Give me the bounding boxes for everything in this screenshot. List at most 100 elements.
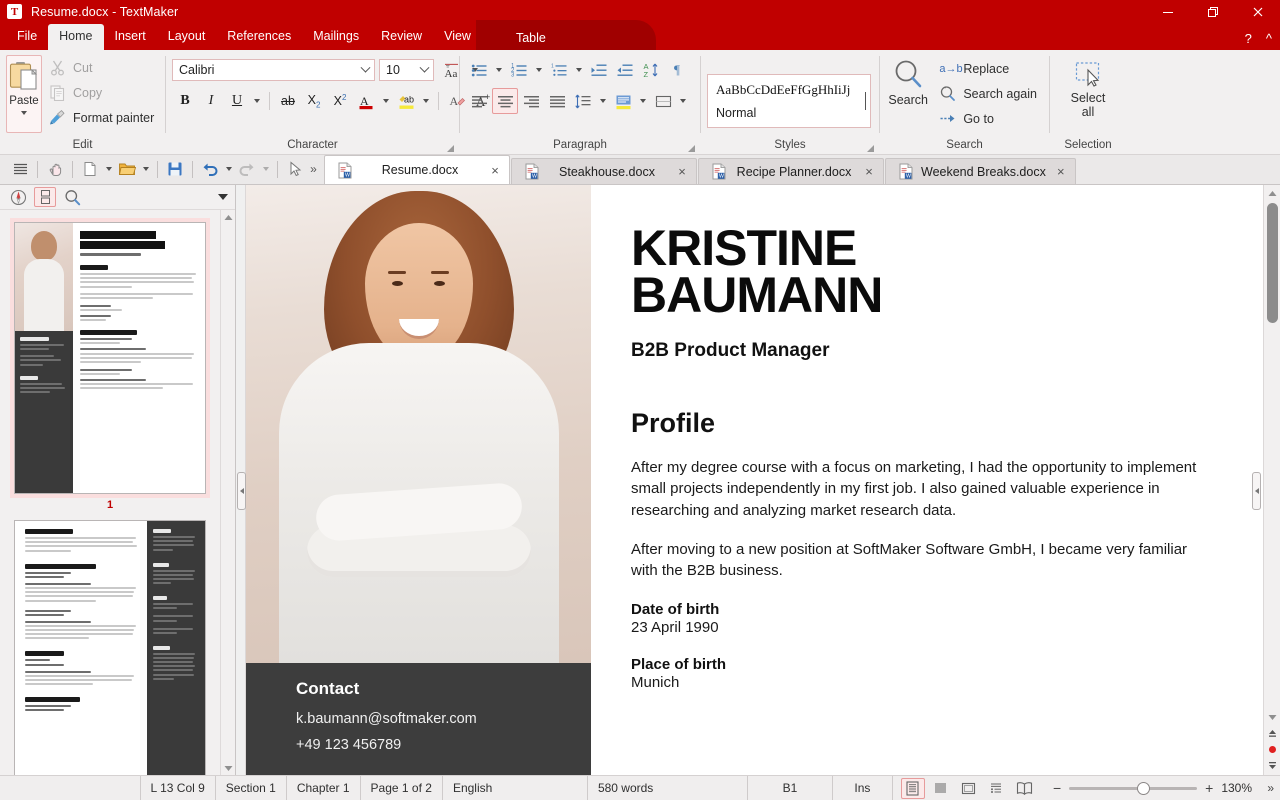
sidebar-icon[interactable]: [8, 157, 32, 181]
tab-mailings[interactable]: Mailings: [302, 24, 370, 50]
status-page[interactable]: Page 1 of 2: [360, 776, 442, 800]
doc-tab-close-icon[interactable]: ×: [1053, 164, 1069, 180]
scroll-up-icon[interactable]: [1264, 185, 1280, 201]
bulleted-list-button[interactable]: [466, 57, 492, 83]
status-section[interactable]: Section 1: [215, 776, 286, 800]
tab-references[interactable]: References: [216, 24, 302, 50]
zoom-out-button[interactable]: −: [1053, 780, 1061, 796]
new-document-caret[interactable]: [102, 157, 115, 181]
font-name-chevron-down-icon[interactable]: [356, 60, 374, 80]
multilevel-list-button[interactable]: 1: [546, 57, 572, 83]
font-color-caret[interactable]: [379, 88, 393, 114]
align-right-button[interactable]: [518, 88, 544, 114]
help-icon[interactable]: ?: [1245, 31, 1252, 46]
zoom-slider-knob[interactable]: [1137, 782, 1150, 795]
subscript-button[interactable]: X2: [301, 88, 327, 114]
search-icon[interactable]: [61, 187, 83, 207]
tab-home[interactable]: Home: [48, 24, 103, 50]
doc-tab-steakhouse[interactable]: W Steakhouse.docx ×: [511, 158, 697, 184]
collapse-right-panel-handle[interactable]: [1252, 472, 1261, 510]
open-folder-icon[interactable]: [115, 157, 139, 181]
borders-caret[interactable]: [676, 88, 690, 114]
redo-caret[interactable]: [259, 157, 272, 181]
pointer-icon[interactable]: [283, 157, 307, 181]
strikethrough-button[interactable]: ab: [275, 88, 301, 114]
status-language[interactable]: English: [442, 776, 587, 800]
doc-tab-resume[interactable]: W Resume.docx ×: [324, 155, 510, 184]
thumbnails-scrollbar[interactable]: [220, 210, 235, 775]
redo-icon[interactable]: [235, 157, 259, 181]
status-overflow-icon[interactable]: »: [1267, 781, 1280, 795]
doc-tab-close-icon[interactable]: ×: [861, 164, 877, 180]
shading-caret[interactable]: [636, 88, 650, 114]
status-overtype-mode[interactable]: Ins: [832, 776, 892, 800]
doc-tab-close-icon[interactable]: ×: [487, 162, 503, 178]
restore-icon[interactable]: [1190, 0, 1235, 23]
tab-file[interactable]: File: [6, 24, 48, 50]
scrollbar-thumb[interactable]: [1267, 203, 1278, 323]
highlight-button[interactable]: ab: [393, 88, 419, 114]
status-word-count[interactable]: 580 words: [587, 776, 747, 800]
styles-chevron-down-icon[interactable]: [865, 92, 866, 110]
scrollbar-track[interactable]: [1264, 201, 1280, 709]
save-icon[interactable]: [163, 157, 187, 181]
document-vertical-scrollbar[interactable]: [1263, 185, 1280, 775]
character-dialog-launcher[interactable]: [446, 144, 455, 153]
borders-button[interactable]: [650, 88, 676, 114]
line-spacing-button[interactable]: [570, 88, 596, 114]
book-view-icon[interactable]: [1013, 778, 1037, 799]
undo-icon[interactable]: [198, 157, 222, 181]
paragraph-dialog-launcher[interactable]: [687, 144, 696, 153]
align-center-button[interactable]: [492, 88, 518, 114]
style-selector[interactable]: AaBbCcDdEeFfGgHhIiJj Normal: [707, 74, 871, 128]
highlight-caret[interactable]: [419, 88, 433, 114]
collapse-ribbon-icon[interactable]: ^: [1266, 31, 1272, 46]
doc-tab-close-icon[interactable]: ×: [674, 164, 690, 180]
format-painter-button[interactable]: Format painter: [45, 105, 160, 130]
previous-page-icon[interactable]: [1264, 725, 1280, 741]
superscript-button[interactable]: X2: [327, 88, 353, 114]
status-chapter[interactable]: Chapter 1: [286, 776, 360, 800]
undo-caret[interactable]: [222, 157, 235, 181]
paste-button[interactable]: Paste: [6, 55, 42, 133]
font-name-combo[interactable]: Calibri: [172, 59, 375, 81]
multilevel-list-caret[interactable]: [572, 57, 586, 83]
tab-view[interactable]: View: [433, 24, 482, 50]
underline-caret[interactable]: [250, 88, 264, 114]
status-cursor-position[interactable]: L 13 Col 9: [140, 776, 215, 800]
tab-table[interactable]: Table: [506, 26, 556, 50]
replace-button[interactable]: a→b Replace: [935, 56, 1043, 81]
thumbnail-page-1[interactable]: 1: [10, 218, 210, 514]
styles-dialog-launcher[interactable]: [866, 144, 875, 153]
open-folder-caret[interactable]: [139, 157, 152, 181]
tab-layout[interactable]: Layout: [157, 24, 217, 50]
numbered-list-button[interactable]: 1 2 3: [506, 57, 532, 83]
draft-view-icon[interactable]: [929, 778, 953, 799]
page-thumbnails-icon[interactable]: [34, 187, 56, 207]
next-page-icon[interactable]: [1264, 757, 1280, 773]
doc-tab-recipe-planner[interactable]: W Recipe Planner.docx ×: [698, 158, 884, 184]
status-table-cell[interactable]: B1: [747, 776, 832, 800]
cut-button[interactable]: Cut: [45, 55, 160, 80]
numbered-list-caret[interactable]: [532, 57, 546, 83]
select-all-button[interactable]: Select all: [1056, 58, 1120, 119]
zoom-level-value[interactable]: 130%: [1221, 781, 1259, 795]
quickbar-overflow-icon[interactable]: »: [307, 157, 320, 181]
increase-indent-button[interactable]: [586, 57, 612, 83]
new-document-icon[interactable]: [78, 157, 102, 181]
collapse-left-panel-handle[interactable]: [237, 472, 246, 510]
zoom-in-button[interactable]: +: [1205, 780, 1213, 796]
outline-view-icon[interactable]: [985, 778, 1009, 799]
decrease-indent-button[interactable]: [612, 57, 638, 83]
copy-button[interactable]: Copy: [45, 80, 160, 105]
scroll-down-icon[interactable]: [1264, 709, 1280, 725]
font-color-button[interactable]: A: [353, 88, 379, 114]
document-page[interactable]: Contact k.baumann@softmaker.com +49 123 …: [246, 185, 1263, 775]
zoom-slider[interactable]: [1069, 787, 1197, 790]
align-left-button[interactable]: [466, 88, 492, 114]
go-to-button[interactable]: Go to: [935, 106, 1043, 131]
page-thumbnails-list[interactable]: 1: [0, 210, 235, 775]
shading-button[interactable]: [610, 88, 636, 114]
italic-button[interactable]: I: [198, 88, 224, 114]
sort-az-button[interactable]: A Z: [638, 57, 664, 83]
